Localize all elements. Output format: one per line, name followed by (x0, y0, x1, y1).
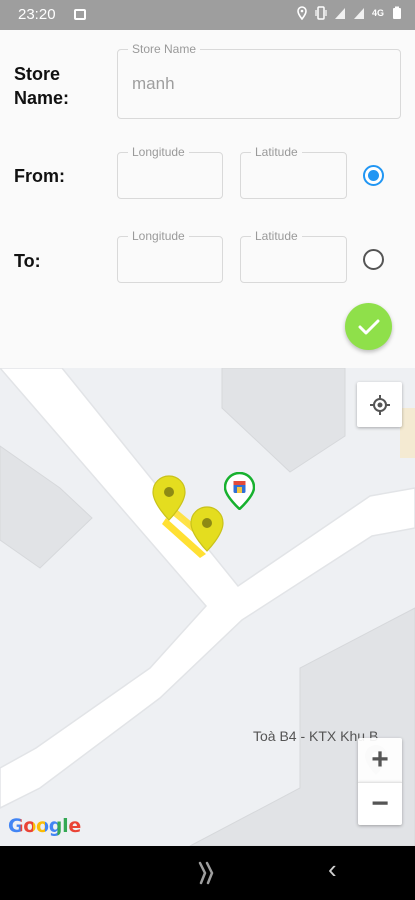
to-longitude-legend: Longitude (128, 228, 189, 244)
status-bar: 23:20 4G (0, 0, 415, 30)
from-label: From: (14, 166, 65, 186)
zoom-out-button[interactable]: − (358, 782, 402, 825)
navigation-bar: ‹ (0, 846, 415, 900)
to-label: To: (14, 251, 41, 271)
to-radio-button[interactable] (363, 249, 384, 270)
location-icon (297, 6, 307, 20)
back-icon[interactable]: ‹ (328, 856, 337, 882)
google-logo-text: Google (8, 815, 81, 837)
signal-icon-2 (353, 8, 364, 19)
route-start-marker-icon[interactable] (152, 475, 186, 521)
route-end-marker-icon[interactable] (190, 506, 224, 552)
check-icon (358, 319, 379, 334)
store-name-legend: Store Name (128, 41, 201, 57)
zoom-in-label: + (371, 743, 389, 776)
network-type: 4G (371, 8, 384, 18)
google-logo: Google (8, 815, 81, 837)
signal-icon (334, 8, 345, 19)
from-longitude-legend: Longitude (128, 144, 189, 160)
home-logo-icon[interactable] (197, 860, 219, 886)
from-longitude-field[interactable]: Longitude (117, 144, 223, 199)
map-base (0, 368, 415, 846)
to-longitude-field[interactable]: Longitude (117, 228, 223, 283)
store-name-value: manh (132, 74, 175, 93)
status-icons: 4G (296, 6, 403, 20)
confirm-button[interactable] (345, 303, 392, 350)
from-latitude-field[interactable]: Latitude (240, 144, 347, 199)
to-latitude-field[interactable]: Latitude (240, 228, 347, 283)
crosshair-icon (369, 394, 390, 415)
store-location-marker-icon[interactable] (224, 472, 255, 510)
vibrate-icon (315, 6, 327, 20)
store-name-field[interactable]: Store Name manh (117, 41, 401, 119)
map-view[interactable]: Toà B4 - KTX Khu B + − Google (0, 368, 415, 846)
store-name-label: Store Name: (14, 64, 70, 108)
to-latitude-legend: Latitude (251, 228, 302, 244)
battery-icon (393, 6, 401, 19)
from-radio-button[interactable] (363, 165, 384, 186)
zoom-out-label: − (371, 787, 389, 820)
from-latitude-legend: Latitude (251, 144, 302, 160)
zoom-in-button[interactable]: + (358, 738, 402, 782)
image-notification-icon (74, 9, 86, 20)
status-time: 23:20 (18, 6, 56, 23)
my-location-button[interactable] (357, 382, 402, 427)
